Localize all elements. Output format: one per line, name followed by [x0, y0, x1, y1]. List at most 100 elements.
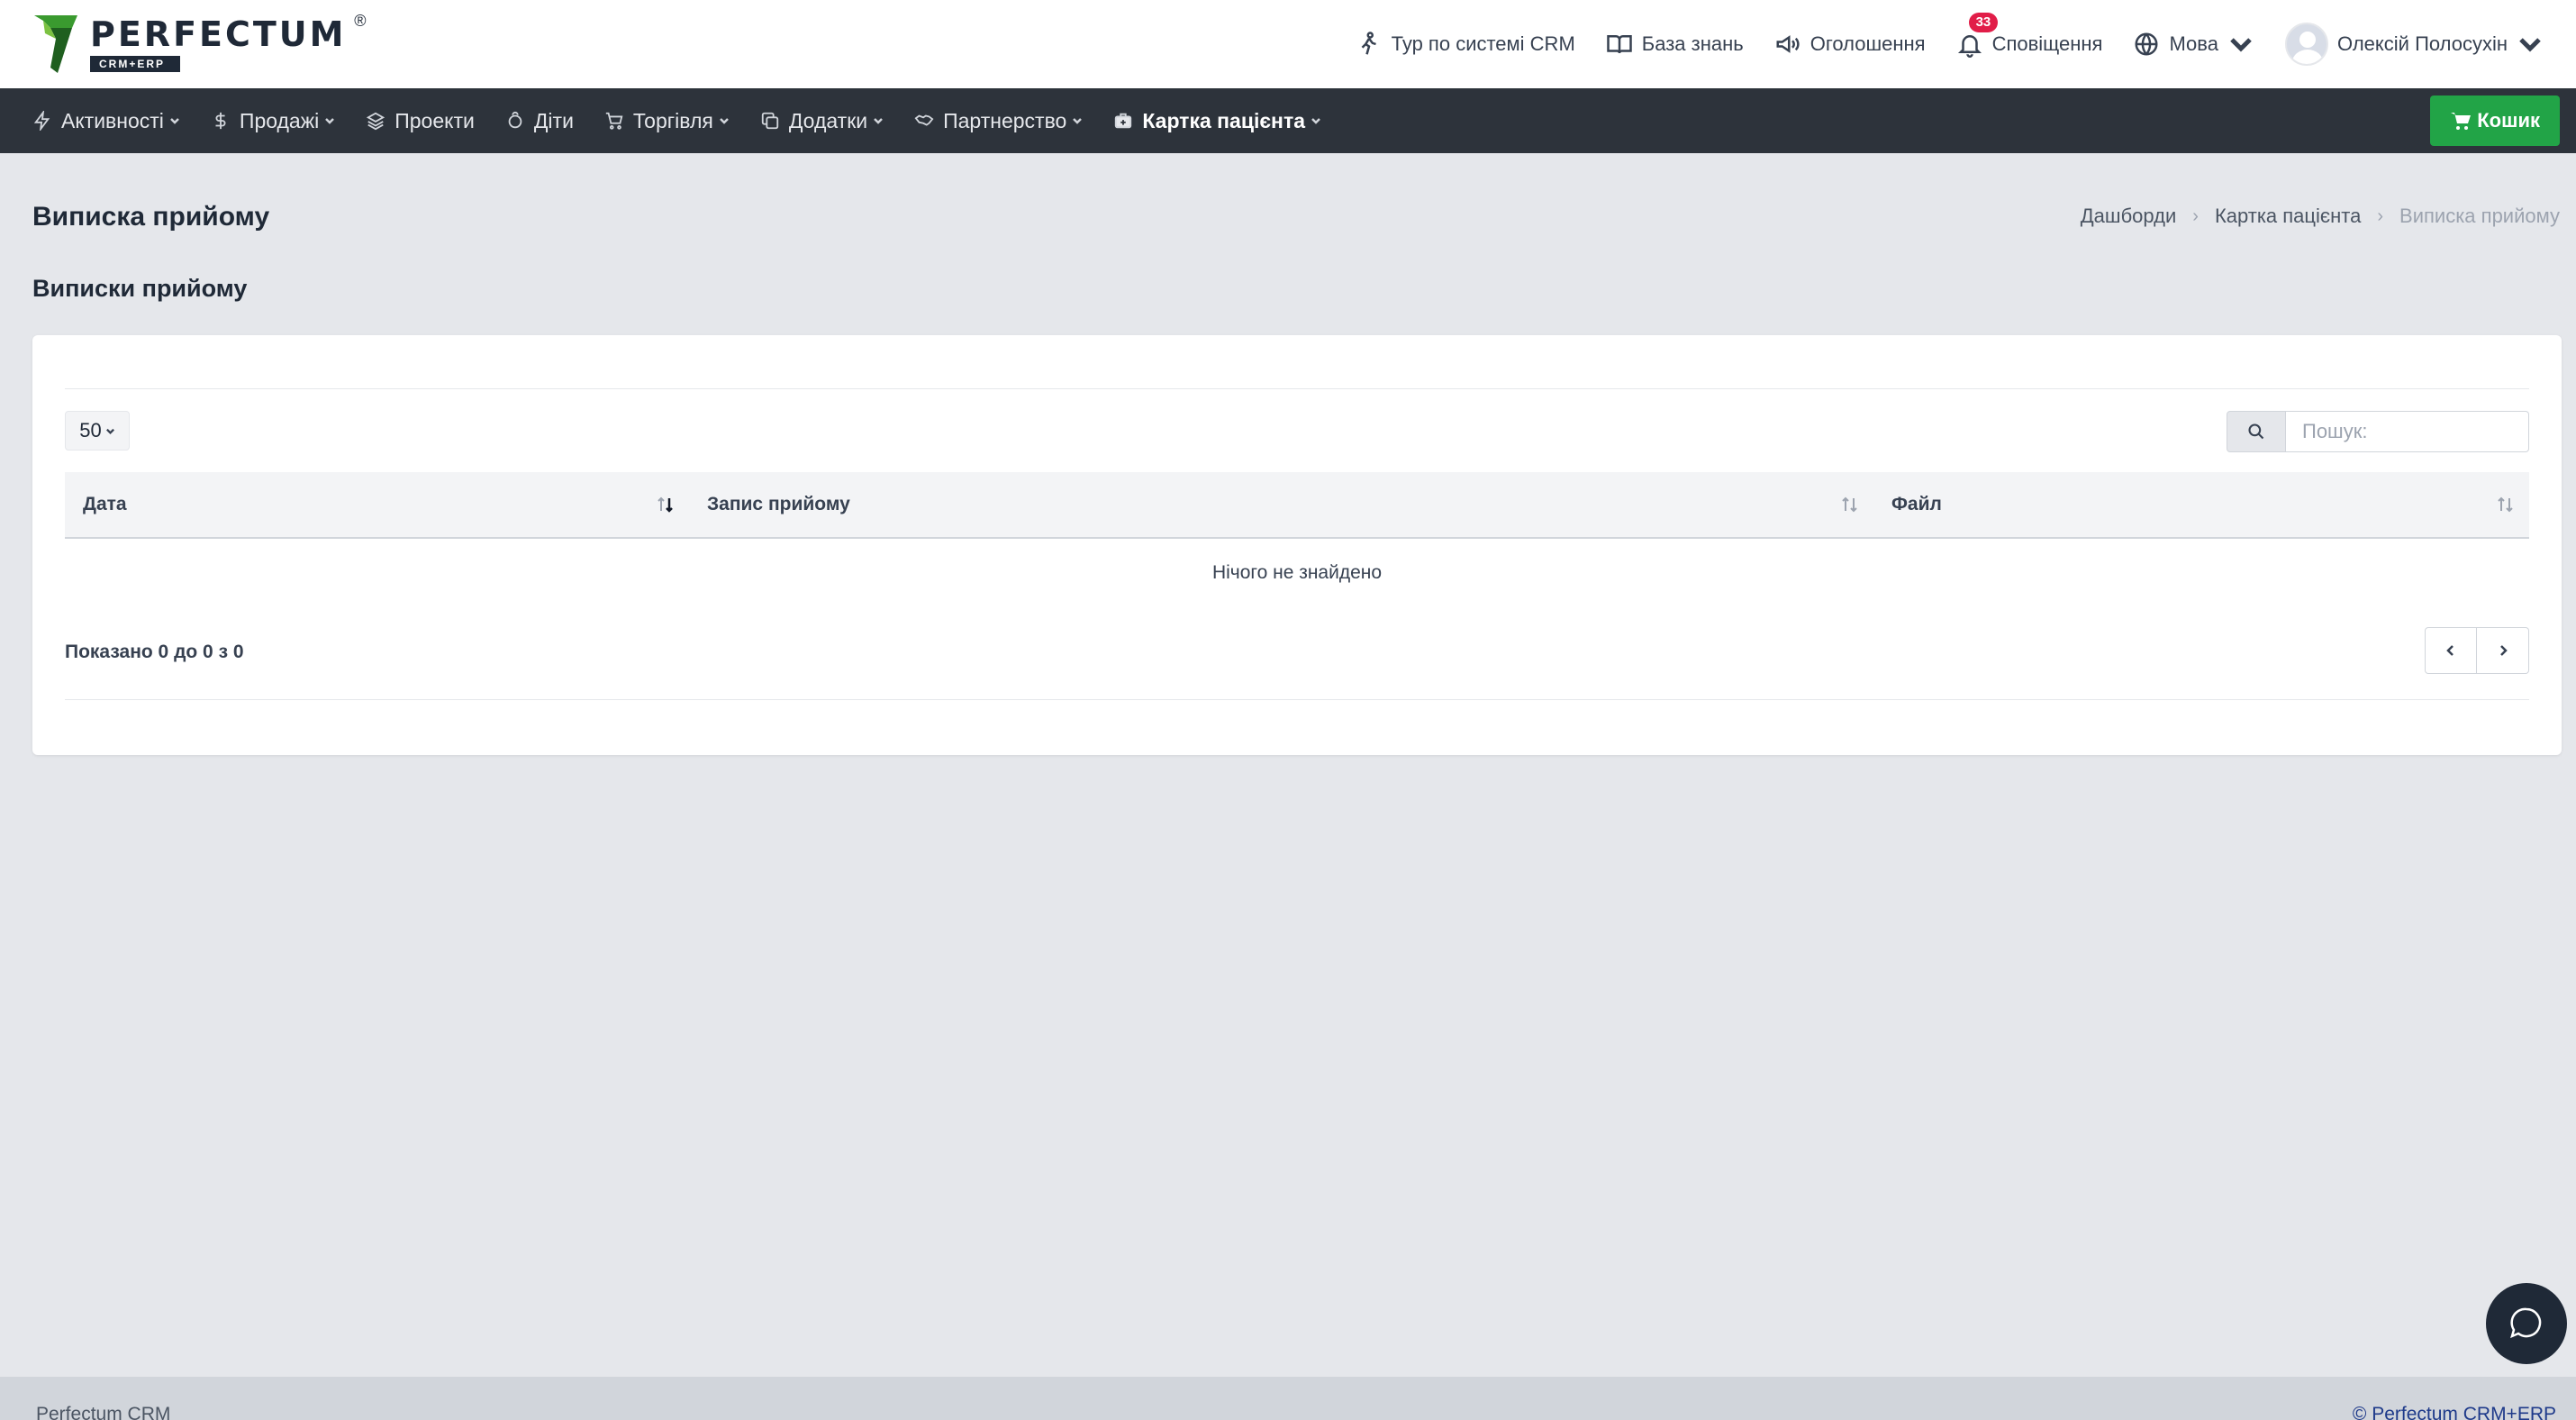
walking-person-icon — [1361, 32, 1376, 55]
nav-label: Додатки — [788, 108, 868, 132]
chat-bubble-icon — [2510, 1307, 2542, 1339]
search-button[interactable] — [2227, 411, 2286, 452]
child-icon — [508, 111, 522, 129]
announcements-link[interactable]: Оголошення — [1774, 31, 1926, 58]
knowledge-base-label: База знань — [1641, 32, 1744, 55]
notifications-label: Сповіщення — [1991, 32, 2103, 55]
brand-logo[interactable]: PERFECTUM CRM+ERP ® — [32, 8, 366, 80]
divider — [65, 388, 2529, 389]
breadcrumb-dashboards[interactable]: Дашборди — [2081, 205, 2176, 228]
shopping-cart-icon — [2451, 113, 2472, 130]
language-dropdown[interactable]: Мова — [2133, 31, 2254, 58]
chevron-down-icon — [2519, 38, 2541, 52]
bell-icon — [1957, 35, 1982, 58]
breadcrumb-current: Виписка прийому — [2399, 205, 2560, 227]
breadcrumb-separator: › — [2377, 205, 2384, 226]
user-name: Олексій Полосухін — [2336, 32, 2508, 55]
dollar-icon — [215, 112, 226, 130]
chat-button[interactable] — [2486, 1283, 2567, 1364]
sort-desc-icon — [658, 496, 673, 513]
nav-item-partnership[interactable]: Партнерство — [914, 109, 1083, 133]
chevron-down-icon — [2230, 38, 2252, 52]
top-header: PERFECTUM CRM+ERP ® Тур по системі CRM Б… — [0, 0, 2576, 88]
logo-subtitle: CRM+ERP — [90, 56, 180, 72]
appointment-extracts-card: 50 Дата Запис прийому — [32, 335, 2562, 755]
tour-link[interactable]: Тур по системі CRM — [1356, 31, 1575, 58]
open-book-icon — [1607, 35, 1632, 54]
cart-label: Кошик — [2477, 109, 2540, 132]
notifications-link[interactable]: 33 Сповіщення — [1956, 13, 2103, 58]
next-page-button[interactable] — [2477, 627, 2529, 674]
page-title: Виписка прийому — [32, 202, 270, 232]
chevron-down-icon — [1311, 118, 1320, 124]
nav-item-activities[interactable]: Активності — [32, 109, 180, 133]
sort-icon — [2498, 496, 2513, 513]
breadcrumb-separator: › — [2192, 205, 2199, 226]
nav-label: Діти — [533, 108, 574, 132]
section-title: Виписки прийому — [32, 275, 248, 302]
language-label: Мова — [2169, 32, 2218, 55]
globe-icon — [2135, 32, 2158, 56]
page-length-value: 50 — [79, 419, 102, 441]
nav-label: Активності — [61, 108, 164, 132]
nav-label: Картка пацієнта — [1142, 108, 1306, 132]
nav-label: Продажі — [239, 108, 320, 132]
nav-label: Партнерство — [943, 108, 1067, 132]
nav-item-sales[interactable]: Продажі — [211, 109, 335, 133]
nav-label: Торгівля — [632, 108, 713, 132]
column-header-file[interactable]: Файл — [1873, 471, 2529, 538]
tour-label: Тур по системі CRM — [1391, 32, 1575, 55]
column-label: Запис прийому — [707, 494, 850, 514]
breadcrumb-patient-card[interactable]: Картка пацієнта — [2215, 205, 2361, 228]
avatar — [2284, 23, 2328, 66]
copy-icon — [761, 112, 778, 130]
notifications-badge: 33 — [1968, 13, 1999, 32]
table-empty-row: Нічого не знайдено — [1211, 562, 1383, 583]
main-nav: Активності Продажі Проекти Діти Торгівля… — [0, 88, 2576, 153]
chevron-down-icon — [874, 118, 883, 124]
table-header: Дата Запис прийому Файл — [65, 472, 2529, 539]
knowledge-base-link[interactable]: База знань — [1606, 31, 1744, 58]
bolt-icon — [33, 111, 50, 131]
divider — [65, 699, 2529, 700]
chevron-down-icon — [1073, 118, 1083, 124]
cart-icon — [605, 112, 623, 130]
announcements-label: Оголошення — [1810, 32, 1926, 55]
column-label: Файл — [1891, 494, 1942, 514]
chevron-down-icon — [170, 118, 179, 124]
column-header-date[interactable]: Дата — [65, 471, 689, 538]
previous-page-button[interactable] — [2425, 627, 2477, 674]
user-menu[interactable]: Олексій Полосухін — [2284, 23, 2544, 66]
nav-item-projects[interactable]: Проекти — [366, 109, 475, 133]
footer-copyright-link[interactable]: © Perfectum CRM+ERP — [2353, 1404, 2556, 1420]
chevron-down-icon — [719, 118, 729, 124]
table-info: Показано 0 до 0 з 0 — [65, 642, 244, 662]
column-header-record[interactable]: Запис прийому — [689, 471, 1873, 538]
nav-item-addons[interactable]: Додатки — [760, 109, 884, 133]
nav-item-trade[interactable]: Торгівля — [604, 109, 730, 133]
registered-mark: ® — [354, 12, 367, 30]
footer: Perfectum CRM © Perfectum CRM+ERP — [0, 1377, 2576, 1420]
logo-mark-icon — [34, 15, 77, 73]
table-search — [2227, 411, 2529, 452]
nav-item-patient-card[interactable]: Картка пацієнта — [1113, 109, 1321, 133]
chevron-down-icon — [325, 118, 335, 124]
chevron-right-icon — [2499, 645, 2508, 656]
layers-icon — [367, 112, 385, 131]
extracts-table: Дата Запис прийому Файл Нічого не знайде… — [65, 472, 2529, 607]
cart-button[interactable]: Кошик — [2430, 96, 2560, 146]
breadcrumb: Дашборди › Картка пацієнта › Виписка при… — [2081, 205, 2560, 228]
page-length-select[interactable]: 50 — [65, 411, 130, 451]
nav-item-children[interactable]: Діти — [505, 109, 574, 133]
chevron-left-icon — [2446, 645, 2454, 656]
nav-label: Проекти — [395, 108, 475, 132]
logo-wordmark: PERFECTUM — [90, 14, 347, 54]
column-label: Дата — [83, 494, 127, 514]
medkit-icon — [1115, 113, 1132, 129]
handshake-icon — [914, 114, 934, 126]
search-icon — [2248, 423, 2264, 440]
chevron-down-icon — [105, 428, 114, 434]
footer-app-name: Perfectum CRM — [36, 1404, 171, 1420]
sort-icon — [1842, 496, 1857, 513]
search-input[interactable] — [2286, 411, 2529, 452]
